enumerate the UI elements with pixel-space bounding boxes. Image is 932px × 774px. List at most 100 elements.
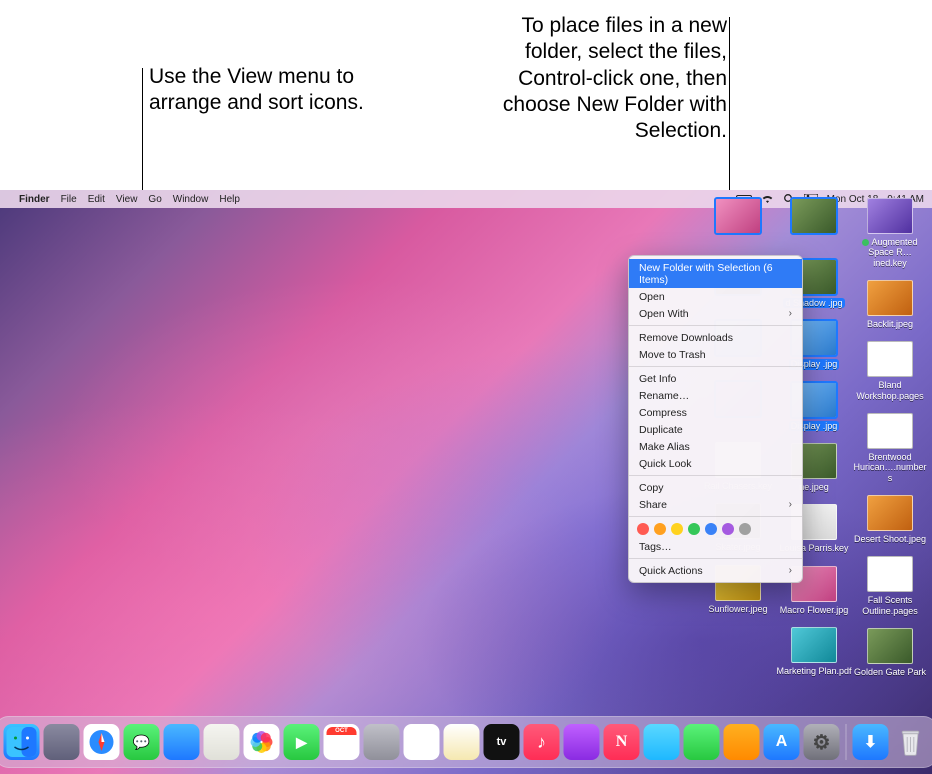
tag-color-dot[interactable] <box>739 523 751 535</box>
dock-app-news[interactable]: N <box>604 724 640 760</box>
file-thumbnail <box>867 280 913 316</box>
desktop-file[interactable]: Marketing Plan.pdf <box>776 627 852 676</box>
file-thumbnail <box>867 556 913 592</box>
dock-app-app-store[interactable]: A <box>764 724 800 760</box>
tag-color-dot[interactable] <box>688 523 700 535</box>
ctx-item[interactable]: Quick Look <box>629 455 802 472</box>
dock-app-notes[interactable] <box>444 724 480 760</box>
dock-app-pages[interactable] <box>724 724 760 760</box>
ctx-item[interactable]: Quick Actions› <box>629 562 802 579</box>
dock-app-reminders[interactable] <box>404 724 440 760</box>
file-thumbnail <box>867 628 913 664</box>
file-label: Fall Scents Outline.pages <box>852 595 928 616</box>
ctx-item-label: Share <box>639 499 667 511</box>
file-thumbnail <box>867 495 913 531</box>
menu-window[interactable]: Window <box>173 194 209 205</box>
macos-desktop[interactable]: Finder File Edit View Go Window Help Mon… <box>0 190 932 774</box>
desktop-file[interactable] <box>700 198 776 247</box>
file-label: Backlit.jpeg <box>852 319 928 329</box>
file-label: Desert Shoot.jpeg <box>852 534 928 544</box>
dock-app-calendar[interactable]: OCT18 <box>324 724 360 760</box>
ctx-item[interactable]: Share › <box>629 496 802 513</box>
ctx-item-label: Quick Look <box>639 458 692 470</box>
dock-app-messages[interactable]: 💬 <box>124 724 160 760</box>
file-thumbnail <box>867 198 913 234</box>
dock-app-mail[interactable] <box>164 724 200 760</box>
dock-app-tv[interactable]: tv <box>484 724 520 760</box>
file-label: Bland Workshop.pages <box>852 380 928 401</box>
desktop-file[interactable]: Desert Shoot.jpeg <box>852 495 928 544</box>
ctx-separator <box>629 366 802 367</box>
ctx-item[interactable]: Open <box>629 288 802 305</box>
ctx-item-label: Make Alias <box>639 441 690 453</box>
dock-app-books[interactable] <box>644 724 680 760</box>
tag-color-dot[interactable] <box>705 523 717 535</box>
menu-edit[interactable]: Edit <box>88 194 105 205</box>
ctx-item[interactable]: Get Info <box>629 370 802 387</box>
ctx-item[interactable]: Make Alias <box>629 438 802 455</box>
ctx-tag-colors <box>629 520 802 538</box>
context-menu: New Folder with Selection (6 Items) Open… <box>628 255 803 583</box>
file-thumbnail <box>715 198 761 234</box>
ctx-item-label: Open With <box>639 308 689 320</box>
dock-app-podcasts[interactable] <box>564 724 600 760</box>
menu-help[interactable]: Help <box>219 194 240 205</box>
dock-app-downloads[interactable]: ⬇ <box>853 724 889 760</box>
tag-color-dot[interactable] <box>654 523 666 535</box>
dock-app-finder[interactable] <box>4 724 40 760</box>
desktop-file[interactable]: Brentwood Hurican….numbers <box>852 413 928 483</box>
chevron-right-icon: › <box>789 565 792 576</box>
menu-file[interactable]: File <box>61 194 77 205</box>
file-label: Sunflower.jpeg <box>700 604 776 614</box>
file-label: Augmented Space R…ined.key <box>852 237 928 268</box>
tag-color-dot[interactable] <box>637 523 649 535</box>
desktop-file[interactable]: Augmented Space R…ined.key <box>852 198 928 268</box>
ctx-new-folder-with-selection[interactable]: New Folder with Selection (6 Items) <box>629 259 802 288</box>
dock-app-safari[interactable] <box>84 724 120 760</box>
chevron-right-icon: › <box>789 499 792 510</box>
app-menu[interactable]: Finder <box>19 194 50 205</box>
dock-trash[interactable] <box>893 724 929 760</box>
file-label: Marketing Plan.pdf <box>776 666 852 676</box>
menu-view[interactable]: View <box>116 194 138 205</box>
tag-dot-icon <box>862 239 869 246</box>
menu-go[interactable]: Go <box>148 194 161 205</box>
ctx-separator <box>629 325 802 326</box>
desktop-file[interactable]: Golden Gate Park <box>852 628 928 677</box>
chevron-right-icon: › <box>789 308 792 319</box>
calendar-day: 18 <box>327 735 357 755</box>
help-annotations: Use the View menu to arrange and sort ic… <box>0 0 932 190</box>
ctx-item[interactable]: Copy <box>629 479 802 496</box>
ctx-item-label: Move to Trash <box>639 349 706 361</box>
dock-app-system-preferences[interactable]: ⚙ <box>804 724 840 760</box>
dock-app-photos[interactable] <box>244 724 280 760</box>
dock-app-contacts[interactable] <box>364 724 400 760</box>
ctx-item-label: Remove Downloads <box>639 332 733 344</box>
ctx-item[interactable]: Open With › <box>629 305 802 322</box>
ctx-item[interactable]: Duplicate <box>629 421 802 438</box>
dock-app-launchpad[interactable] <box>44 724 80 760</box>
ctx-item[interactable]: Tags… <box>629 538 802 555</box>
desktop-column: Augmented Space R…ined.key Backlit.jpeg Bl… <box>852 198 928 689</box>
file-label: Golden Gate Park <box>852 667 928 677</box>
dock-app-numbers[interactable] <box>684 724 720 760</box>
ctx-item-label: Copy <box>639 482 664 494</box>
desktop-file[interactable] <box>776 198 852 247</box>
ctx-item-label: Compress <box>639 407 687 419</box>
dock-app-maps[interactable] <box>204 724 240 760</box>
desktop-file[interactable]: Fall Scents Outline.pages <box>852 556 928 616</box>
ctx-item[interactable]: Remove Downloads <box>629 329 802 346</box>
dock-app-facetime[interactable]: ▶ <box>284 724 320 760</box>
dock-app-music[interactable]: ♪ <box>524 724 560 760</box>
ctx-separator <box>629 558 802 559</box>
tag-color-dot[interactable] <box>671 523 683 535</box>
ctx-separator <box>629 475 802 476</box>
file-label: Brentwood Hurican….numbers <box>852 452 928 483</box>
desktop-file[interactable]: Bland Workshop.pages <box>852 341 928 401</box>
tag-color-dot[interactable] <box>722 523 734 535</box>
ctx-item[interactable]: Compress <box>629 404 802 421</box>
ctx-item[interactable]: Move to Trash <box>629 346 802 363</box>
file-thumbnail <box>867 341 913 377</box>
desktop-file[interactable]: Backlit.jpeg <box>852 280 928 329</box>
ctx-item[interactable]: Rename… <box>629 387 802 404</box>
